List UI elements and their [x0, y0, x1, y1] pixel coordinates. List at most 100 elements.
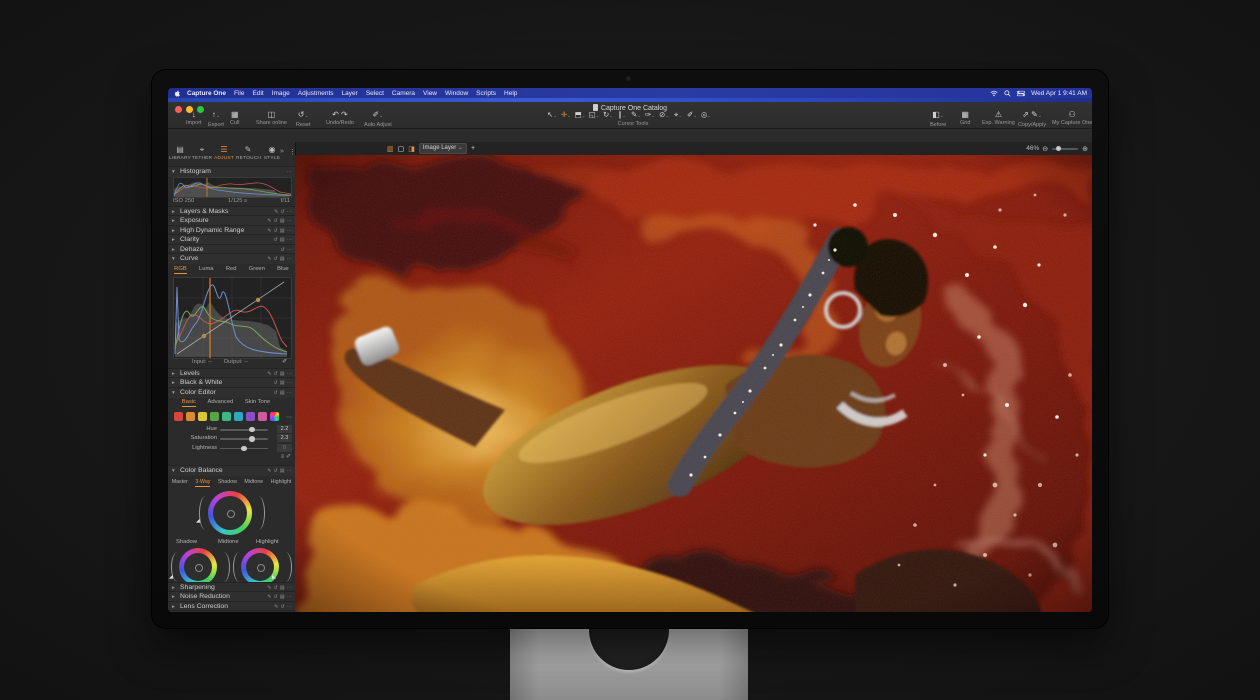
white-balance-picker-tool[interactable]: ⌖⌄	[671, 110, 685, 121]
highlight-wheel[interactable]	[241, 548, 279, 586]
reset-icon[interactable]: ↺	[274, 218, 278, 224]
more-icon[interactable]: ⋯	[287, 209, 292, 215]
swatch-pink[interactable]	[258, 412, 267, 421]
photo-canvas[interactable]	[295, 155, 1092, 612]
my-capture-one-button[interactable]: ⚇My Capture One	[1052, 110, 1092, 126]
curve-picker-icon[interactable]: ✐	[282, 359, 287, 365]
curve-tab-green[interactable]: Green	[249, 266, 265, 274]
panel-header-vignetting[interactable]: ▸Vignetting ✎↺⋯	[168, 610, 295, 612]
multi-view-icon[interactable]: ▥	[387, 145, 394, 153]
panel-header-color-balance[interactable]: ▾Color Balance ✎↺▤⋯	[168, 465, 295, 476]
midtone-wheel[interactable]	[208, 491, 252, 535]
swatch-orange[interactable]	[186, 412, 195, 421]
preset-icon[interactable]: ▤	[280, 585, 285, 591]
zoom-slider[interactable]	[1052, 148, 1078, 150]
rotate-tool[interactable]: ↻⌄	[601, 110, 615, 121]
preset-icon[interactable]: ▤	[280, 594, 285, 600]
layer-select[interactable]: Image Layer ⌄	[419, 143, 467, 154]
preset-icon[interactable]: ▤	[280, 237, 285, 243]
menu-item-edit[interactable]: Edit	[253, 90, 264, 97]
erase-tool[interactable]: ⊘⌄	[657, 110, 671, 121]
reset-icon[interactable]: ↺	[274, 380, 278, 386]
draw-mask-tool[interactable]: ✎⌄	[629, 110, 643, 121]
swatch-yellow[interactable]	[198, 412, 207, 421]
grid-button[interactable]: ▦Grid	[960, 110, 970, 126]
menu-item-adjustments[interactable]: Adjustments	[298, 90, 334, 97]
menu-item-window[interactable]: Window	[445, 90, 468, 97]
curve-tab-luma[interactable]: Luma	[199, 266, 214, 274]
reset-icon[interactable]: ↺	[274, 594, 278, 600]
menu-item-camera[interactable]: Camera	[392, 90, 415, 97]
swatch-green[interactable]	[210, 412, 219, 421]
saturation-slider-knob[interactable]	[249, 436, 255, 442]
pan-tool[interactable]: ✛⌄	[559, 110, 573, 121]
edit-icon[interactable]: ✎	[274, 604, 278, 610]
swatch-blue[interactable]	[234, 412, 243, 421]
menubar-clock[interactable]: Wed Apr 1 9:41 AM	[1031, 90, 1087, 97]
more-icon[interactable]: ⋯	[287, 218, 292, 224]
wifi-icon[interactable]	[990, 90, 998, 97]
cb-tab-3way[interactable]: 3-Way	[195, 479, 210, 487]
lightness-value[interactable]: 0	[277, 444, 292, 452]
reset-icon[interactable]: ↺	[280, 604, 284, 610]
add-layer-button[interactable]: +	[471, 145, 475, 152]
more-icon[interactable]: ⋯	[287, 585, 292, 591]
more-icon[interactable]: ⋯	[287, 169, 292, 175]
reset-button[interactable]: ↺⌄Reset	[296, 110, 310, 128]
edit-icon[interactable]: ✎	[267, 218, 271, 224]
preset-icon[interactable]: ▤	[280, 256, 285, 262]
more-icon[interactable]: ⋯	[287, 247, 292, 253]
ce-tab-basic[interactable]: Basic	[182, 399, 196, 407]
more-icon[interactable]: ⋯	[287, 237, 292, 243]
preset-icon[interactable]: ▤	[280, 218, 285, 224]
levels-icon[interactable]: ≡	[281, 454, 285, 460]
curve-tab-blue[interactable]: Blue	[277, 266, 289, 274]
more-icon[interactable]: ⋯	[287, 228, 292, 234]
straighten-tool[interactable]: ∥⌄	[615, 110, 629, 121]
search-icon[interactable]	[1004, 90, 1011, 97]
control-center-icon[interactable]	[1017, 90, 1025, 97]
tab-tether[interactable]: ⌖TETHER	[190, 144, 214, 161]
tab-adjust[interactable]: ☰ADJUST	[212, 144, 236, 161]
cb-tab-master[interactable]: Master	[172, 479, 188, 487]
reset-icon[interactable]: ↺	[274, 468, 278, 474]
swatch-all-colors[interactable]	[270, 412, 279, 421]
cb-tab-midtone[interactable]: Midtone	[244, 479, 263, 487]
compare-view-icon[interactable]: ◨	[408, 145, 415, 153]
menu-item-layer[interactable]: Layer	[342, 90, 358, 97]
zoom-out-icon[interactable]: ⊖	[1042, 145, 1048, 153]
hue-value[interactable]: 2.2	[277, 425, 292, 433]
swatch-red[interactable]	[174, 412, 183, 421]
saturation-slider[interactable]	[220, 438, 268, 440]
shadow-wheel[interactable]	[179, 548, 217, 586]
menu-item-scripts[interactable]: Scripts	[476, 90, 496, 97]
exposure-warning-button[interactable]: ⚠Exp. Warning	[982, 110, 1015, 126]
edit-icon[interactable]: ✎	[267, 585, 271, 591]
ce-tab-skin-tone[interactable]: Skin Tone	[245, 399, 270, 407]
ce-tab-advanced[interactable]: Advanced	[208, 399, 234, 407]
color-picker-tool[interactable]: ✐⌄	[685, 110, 699, 121]
more-icon[interactable]: ⋯	[287, 468, 292, 474]
hue-slider-knob[interactable]	[249, 427, 255, 433]
more-icon[interactable]: ⋯	[287, 380, 292, 386]
preset-icon[interactable]: ▤	[280, 390, 285, 396]
reset-icon[interactable]: ↺	[280, 247, 284, 253]
edit-icon[interactable]: ✎	[274, 209, 278, 215]
tab-overflow-chevron[interactable]: »	[280, 148, 284, 155]
edit-icon[interactable]: ✎	[267, 228, 271, 234]
preset-icon[interactable]: ▤	[280, 228, 285, 234]
more-icon[interactable]: ⋯	[287, 390, 292, 396]
annotate-tool[interactable]: ◎⌄	[699, 110, 713, 121]
swatch-purple[interactable]	[246, 412, 255, 421]
tab-retouch[interactable]: ✎RETOUCH	[236, 144, 260, 161]
zoom-slider-knob[interactable]	[1056, 146, 1061, 151]
menu-item-view[interactable]: View	[423, 90, 437, 97]
select-tool[interactable]: ↖⌄	[545, 110, 559, 121]
copy-apply-button[interactable]: ⇗ ✎⌄Copy/Apply	[1018, 110, 1046, 128]
viewer-canvas[interactable]	[295, 155, 1092, 612]
swatch-more-icon[interactable]: ⋯	[286, 414, 292, 421]
curve-tab-rgb[interactable]: RGB	[174, 266, 187, 274]
swatch-aqua[interactable]	[222, 412, 231, 421]
reset-icon[interactable]: ↺	[274, 256, 278, 262]
export-button[interactable]: ↑⌄Export	[208, 110, 224, 128]
